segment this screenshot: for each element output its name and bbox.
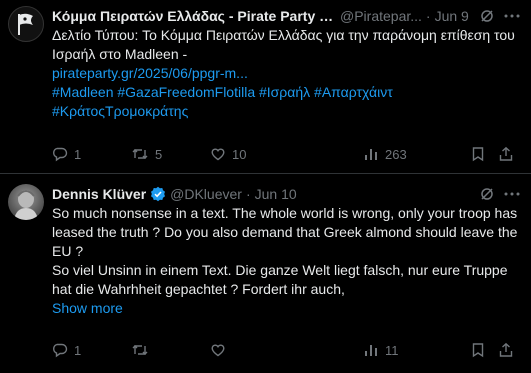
tweet[interactable]: Κόμμα Πειρατών Ελλάδας - Pirate Party of…: [0, 0, 531, 174]
handle[interactable]: @Piratepar...: [340, 6, 422, 26]
tweet-text-line: So viel Unsinn in einem Text. Die ganze …: [52, 262, 508, 278]
bookmark-button[interactable]: [471, 146, 485, 162]
reply-button[interactable]: 1: [52, 342, 81, 358]
tweet-date[interactable]: Jun 9: [435, 6, 469, 26]
repost-icon: [132, 345, 148, 355]
share-icon: [499, 342, 513, 357]
tweet-text: So much nonsense in a text. The whole wo…: [52, 204, 521, 318]
user-photo-avatar: [14, 190, 38, 220]
avatar[interactable]: [8, 184, 44, 220]
repost-icon: [132, 149, 148, 159]
tweet-header: Κόμμα Πειρατών Ελλάδας - Pirate Party of…: [52, 6, 521, 26]
view-count: 263: [385, 146, 407, 162]
views-button[interactable]: 11: [363, 342, 399, 358]
reply-button[interactable]: 1: [52, 146, 81, 162]
separator-dot: ·: [425, 8, 431, 24]
handle[interactable]: @DKluever: [170, 184, 242, 204]
pirate-flag-icon: [18, 13, 33, 35]
more-options-icon[interactable]: [503, 186, 521, 202]
grok-icon[interactable]: [479, 8, 495, 24]
reply-icon: [53, 147, 68, 162]
bookmark-icon: [472, 147, 484, 162]
repost-button[interactable]: 5: [131, 146, 162, 162]
grok-icon[interactable]: [479, 186, 495, 202]
views-icon: [365, 345, 377, 356]
tweet-text-line: Ισραήλ στο Madleen -: [52, 46, 188, 62]
bookmark-icon: [472, 343, 484, 358]
display-name[interactable]: Dennis Klüver: [52, 184, 146, 204]
display-name[interactable]: Κόμμα Πειρατών Ελλάδας - Pirate Party of…: [52, 6, 334, 26]
tweet-date[interactable]: Jun 10: [255, 184, 297, 204]
share-icon: [499, 146, 513, 161]
tweet-text-line: EU ?: [52, 243, 84, 259]
hashtags[interactable]: #Madleen #GazaFreedomFlotilla #Ισραήλ #Α…: [52, 83, 521, 102]
views-icon: [365, 149, 377, 160]
tweet-text-line: So much nonsense in a text. The whole wo…: [52, 205, 518, 221]
like-button[interactable]: [210, 342, 232, 358]
tweet-text-line: Δελτίο Τύπου: Το Κόμμα Πειρατών Ελλάδας …: [52, 27, 515, 43]
hashtags[interactable]: #ΚράτοςΤρομοκράτης: [52, 102, 521, 121]
bookmark-button[interactable]: [471, 342, 485, 358]
separator-dot: ·: [245, 186, 251, 202]
show-more-link[interactable]: Show more: [52, 299, 123, 318]
tweet-actions: 1 5 10 263: [52, 144, 521, 164]
like-button[interactable]: 10: [210, 146, 246, 162]
like-count: 10: [232, 146, 247, 162]
timeline-feed: Κόμμα Πειρατών Ελλάδας - Pirate Party of…: [0, 0, 531, 373]
tweet-text-line: leased the truth ? Do you also demand th…: [52, 224, 518, 240]
verified-badge-icon: [150, 186, 166, 202]
tweet[interactable]: Dennis Klüver @DKluever · Jun 10 So much…: [0, 174, 531, 373]
avatar[interactable]: [8, 6, 44, 42]
repost-button[interactable]: [131, 342, 155, 358]
heart-icon: [211, 344, 225, 357]
heart-icon: [211, 148, 225, 161]
repost-count: 5: [155, 146, 163, 162]
tweet-link[interactable]: pirateparty.gr/2025/06/ppgr-m...: [52, 64, 521, 83]
tweet-actions: 1 11: [52, 340, 521, 360]
reply-icon: [53, 343, 68, 358]
reply-count: 1: [74, 146, 82, 162]
more-options-icon[interactable]: [503, 8, 521, 24]
view-count: 11: [385, 342, 399, 358]
tweet-text: Δελτίο Τύπου: Το Κόμμα Πειρατών Ελλάδας …: [52, 26, 521, 121]
views-button[interactable]: 263: [363, 146, 407, 162]
tweet-header: Dennis Klüver @DKluever · Jun 10: [52, 184, 521, 204]
share-button[interactable]: [498, 342, 514, 358]
reply-count: 1: [74, 342, 82, 358]
tweet-text-line: hat die Wahrhheit gepachtet ? Fordert ih…: [52, 281, 345, 297]
share-button[interactable]: [498, 146, 514, 162]
